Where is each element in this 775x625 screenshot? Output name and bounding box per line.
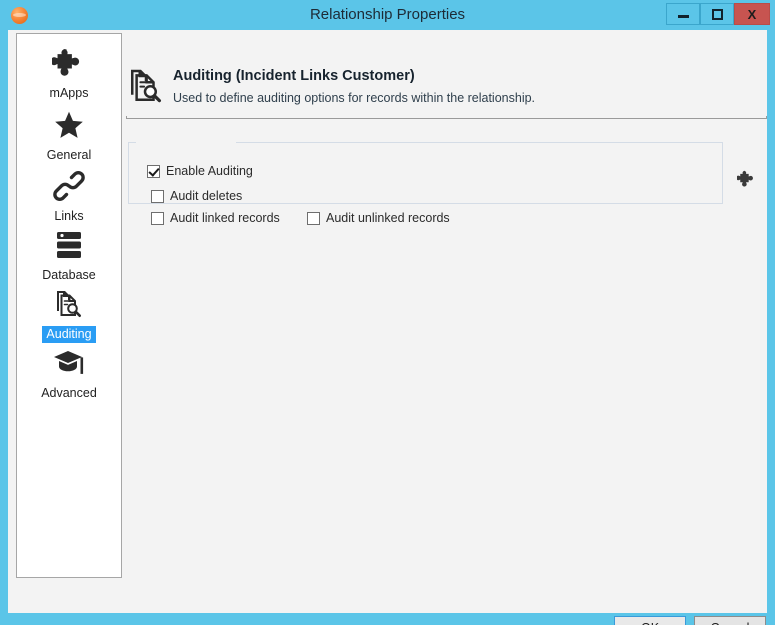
- puzzle-piece-icon[interactable]: [736, 169, 757, 189]
- database-server-icon: [17, 224, 121, 266]
- cancel-button-label: Cancel: [711, 621, 750, 625]
- star-icon: [17, 104, 121, 146]
- checkbox-label: Audit unlinked records: [326, 211, 450, 225]
- checkbox-box-checked: [147, 164, 160, 178]
- close-button[interactable]: X: [734, 3, 770, 25]
- window-title: Relationship Properties: [309, 6, 466, 23]
- sidebar-item-label: Advanced: [41, 386, 97, 400]
- chain-link-icon: [17, 165, 121, 207]
- header-divider: [126, 116, 767, 119]
- checkbox-box: [307, 211, 320, 225]
- sidebar-item-label: Links: [54, 209, 84, 223]
- sidebar-item-label: Auditing: [42, 326, 96, 343]
- maximize-button[interactable]: [700, 3, 734, 25]
- audit-linked-records-checkbox[interactable]: Audit linked records: [151, 211, 280, 225]
- page-subtitle: Used to define auditing options for reco…: [173, 91, 536, 105]
- sidebar-item-mapps[interactable]: mApps: [17, 42, 121, 102]
- minimize-icon: [677, 15, 689, 18]
- document-search-icon: [17, 283, 121, 325]
- checkbox-label: Enable Auditing: [166, 164, 253, 178]
- dialog-body: mApps General Links Database Auditing Ad…: [8, 30, 767, 625]
- close-icon: X: [747, 6, 757, 22]
- checkbox-label: Audit deletes: [170, 189, 243, 203]
- title-bar: Relationship Properties X: [0, 0, 775, 30]
- sidebar-nav: mApps General Links Database Auditing Ad…: [16, 33, 122, 578]
- sidebar-item-database[interactable]: Database: [17, 224, 121, 284]
- cancel-button[interactable]: Cancel: [694, 616, 766, 625]
- sidebar-item-label: mApps: [49, 86, 89, 100]
- relationship-properties-window: Relationship Properties X mApps General …: [0, 0, 775, 625]
- ok-button-label: OK: [641, 621, 659, 625]
- enable-auditing-checkbox[interactable]: Enable Auditing: [147, 164, 257, 178]
- page-title: Auditing (Incident Links Customer): [173, 68, 415, 84]
- graduation-cap-icon: [17, 342, 121, 384]
- audit-deletes-checkbox[interactable]: Audit deletes: [151, 189, 242, 203]
- puzzle-piece-icon: [17, 42, 121, 84]
- sidebar-item-label: Database: [42, 268, 96, 282]
- ok-button[interactable]: OK: [614, 616, 686, 625]
- sidebar-item-links[interactable]: Links: [17, 165, 121, 225]
- content-header-document-search-icon: [126, 66, 166, 106]
- sidebar-item-advanced[interactable]: Advanced: [17, 342, 121, 402]
- sidebar-item-auditing[interactable]: Auditing: [17, 283, 121, 343]
- maximize-icon: [711, 8, 723, 20]
- checkbox-box: [151, 189, 164, 203]
- audit-unlinked-records-checkbox[interactable]: Audit unlinked records: [307, 211, 450, 225]
- minimize-button[interactable]: [666, 3, 700, 25]
- sidebar-item-general[interactable]: General: [17, 104, 121, 164]
- sidebar-item-label: General: [46, 148, 92, 162]
- checkbox-label: Audit linked records: [170, 211, 280, 225]
- checkbox-box: [151, 211, 164, 225]
